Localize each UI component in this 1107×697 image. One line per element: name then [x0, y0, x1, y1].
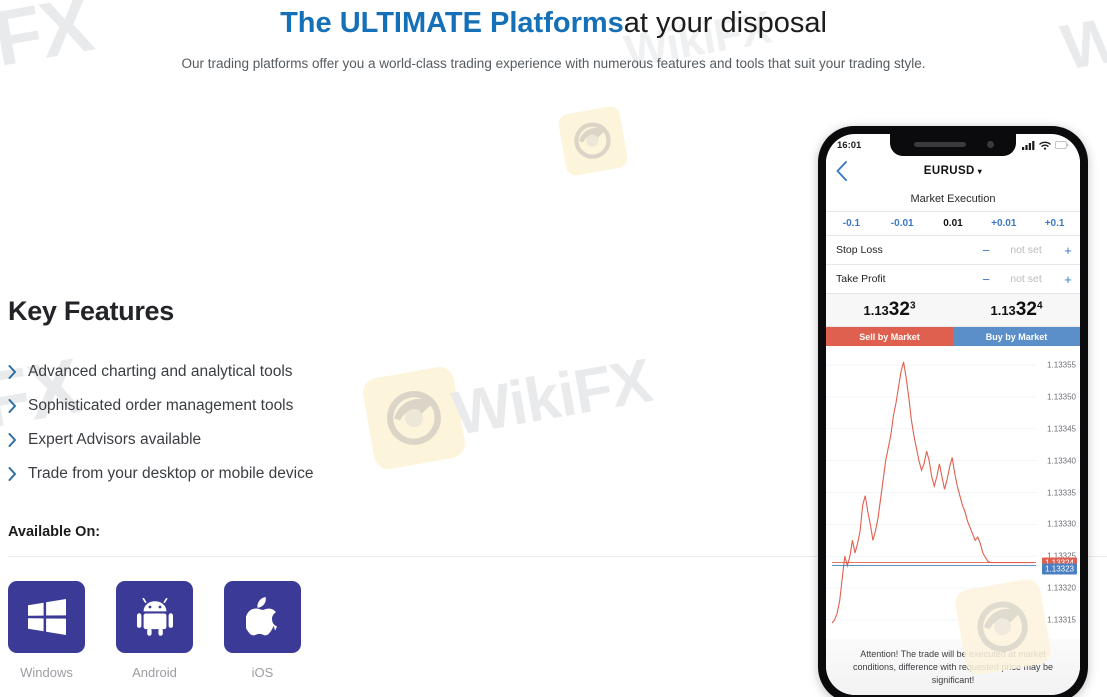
chart-axis-labels: 1.13355 1.13350 1.13345 1.13340 1.13335 1.133… — [1036, 346, 1078, 639]
platform-list: Windows Android iOS — [8, 581, 301, 680]
volume-value[interactable]: 0.01 — [928, 218, 979, 229]
take-profit-label: Take Profit — [836, 273, 886, 285]
volume-step-row: -0.1 -0.01 0.01 +0.01 +0.1 — [826, 212, 1080, 236]
feature-item: Trade from your desktop or mobile device — [8, 457, 798, 491]
battery-icon — [1055, 141, 1069, 149]
chevron-left-icon — [836, 161, 847, 181]
bid-price-main: 32 — [888, 299, 910, 320]
stop-loss-value[interactable]: not set — [996, 244, 1056, 256]
phone-navbar: EURUSD ▾ — [826, 156, 1080, 186]
wifi-icon — [1039, 141, 1051, 150]
symbol-selector[interactable]: EURUSD ▾ — [924, 165, 982, 177]
phone-screen: 16:01 EURUSD ▾ Market Execution -0.1 -0.… — [826, 134, 1080, 695]
ask-price: 1.13324 — [953, 299, 1080, 321]
platform-label: iOS — [251, 665, 274, 680]
axis-tick-label: 1.13330 — [1047, 519, 1076, 529]
feature-label: Advanced charting and analytical tools — [28, 363, 293, 380]
page-subtitle: Our trading platforms offer you a world-… — [181, 56, 926, 71]
take-profit-row[interactable]: Take Profit − not set + — [826, 265, 1080, 294]
chevron-right-icon — [8, 399, 17, 413]
ask-price-main: 32 — [1015, 299, 1037, 320]
stop-loss-row[interactable]: Stop Loss − not set + — [826, 236, 1080, 265]
stop-loss-increment[interactable]: + — [1056, 243, 1080, 258]
feature-item: Sophisticated order management tools — [8, 389, 798, 423]
ios-tile[interactable] — [224, 581, 301, 653]
chevron-down-icon: ▾ — [977, 167, 983, 176]
bid-price-prefix: 1.13 — [863, 303, 889, 318]
android-tile[interactable] — [116, 581, 193, 653]
windows-tile[interactable] — [8, 581, 85, 653]
watermark-logo-top — [557, 105, 629, 177]
axis-tick-label: 1.13355 — [1047, 360, 1076, 370]
volume-step-plus-001[interactable]: +0.01 — [978, 218, 1029, 229]
signal-bars-icon — [1022, 140, 1035, 150]
key-features-section: Key Features Advanced charting and analy… — [8, 296, 798, 491]
chevron-right-icon — [8, 433, 17, 447]
volume-step-plus-01[interactable]: +0.1 — [1029, 218, 1080, 229]
execution-mode-label: Market Execution — [826, 186, 1080, 212]
platform-label: Windows — [20, 665, 73, 680]
axis-tick-label: 1.13340 — [1047, 456, 1076, 466]
axis-tick-label: 1.13315 — [1047, 615, 1076, 625]
page-title: The ULTIMATE Platformsat your disposal — [0, 0, 1107, 42]
android-icon — [136, 598, 173, 636]
axis-tick-label: 1.13350 — [1047, 392, 1076, 402]
execution-disclaimer: Attention! The trade will be executed at… — [826, 639, 1080, 695]
key-features-heading: Key Features — [8, 296, 174, 326]
platform-ios[interactable]: iOS — [224, 581, 301, 680]
earpiece-speaker — [914, 142, 966, 147]
page-root: FX FX WikiFX WikiFX W The ULTIMATE Platf… — [0, 0, 1107, 697]
chevron-right-icon — [8, 365, 17, 379]
stop-loss-decrement[interactable]: − — [976, 243, 996, 258]
axis-tick-label: 1.13335 — [1047, 488, 1076, 497]
apple-icon — [246, 597, 279, 637]
take-profit-value[interactable]: not set — [996, 273, 1056, 285]
symbol-label: EURUSD — [923, 165, 975, 177]
phone-mockup: 16:01 EURUSD ▾ Market Execution -0.1 -0.… — [818, 126, 1088, 697]
price-chart[interactable]: 1.13355 1.13350 1.13345 1.13340 1.13335 1.133… — [826, 346, 1080, 639]
feature-label: Sophisticated order management tools — [28, 397, 294, 414]
page-title-highlight: The ULTIMATE Platforms — [280, 7, 624, 39]
status-time: 16:01 — [837, 139, 862, 151]
ask-price-prefix: 1.13 — [990, 303, 1016, 318]
ask-price-tag: 1.13323 — [1042, 563, 1077, 575]
stop-loss-label: Stop Loss — [836, 244, 883, 256]
volume-step-minus-001[interactable]: -0.01 — [877, 218, 928, 229]
back-button[interactable] — [835, 161, 848, 181]
key-features-list: Advanced charting and analytical tools S… — [8, 355, 798, 491]
hero-header: The ULTIMATE Platformsat your disposal O… — [0, 0, 1107, 74]
platform-windows[interactable]: Windows — [8, 581, 85, 680]
platform-android[interactable]: Android — [116, 581, 193, 680]
windows-icon — [27, 599, 66, 635]
buy-by-market-button[interactable]: Buy by Market — [953, 327, 1080, 346]
front-camera — [987, 141, 994, 148]
bid-price-pip: 3 — [909, 300, 916, 312]
axis-tick-label: 1.13345 — [1047, 424, 1076, 434]
bid-price: 1.13323 — [826, 299, 953, 321]
ask-price-pip: 4 — [1036, 300, 1043, 312]
wikifx-eagle-icon — [574, 122, 612, 160]
price-quote-row: 1.13323 1.13324 — [826, 294, 1080, 327]
take-profit-decrement[interactable]: − — [976, 272, 996, 287]
feature-label: Expert Advisors available — [28, 431, 202, 448]
phone-notch — [890, 134, 1016, 156]
feature-item: Advanced charting and analytical tools — [8, 355, 798, 389]
chart-gridlines — [826, 365, 1036, 620]
volume-step-minus-01[interactable]: -0.1 — [826, 218, 877, 229]
trade-buttons: Sell by Market Buy by Market — [826, 327, 1080, 346]
take-profit-increment[interactable]: + — [1056, 272, 1080, 287]
sell-by-market-button[interactable]: Sell by Market — [826, 327, 953, 346]
status-icons — [1022, 140, 1069, 150]
axis-tick-label: 1.13320 — [1047, 583, 1076, 593]
chevron-right-icon — [8, 467, 17, 481]
feature-label: Trade from your desktop or mobile device — [28, 465, 314, 482]
page-title-rest: at your disposal — [623, 7, 827, 39]
feature-item: Expert Advisors available — [8, 423, 798, 457]
platform-label: Android — [132, 665, 177, 680]
